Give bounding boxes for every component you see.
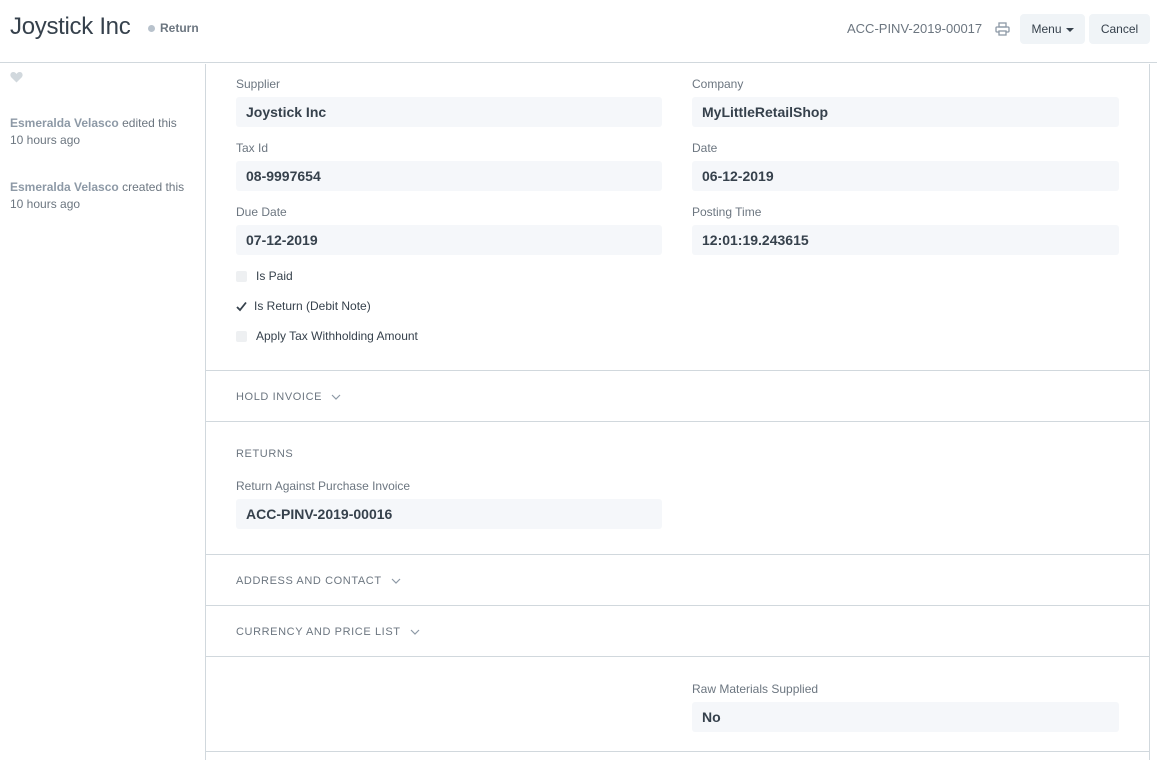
apply-tds-checkbox[interactable]: Apply Tax Withholding Amount bbox=[236, 329, 418, 343]
return-against-label: Return Against Purchase Invoice bbox=[236, 479, 411, 493]
date-label: Date bbox=[692, 141, 718, 155]
activity-item: Esmeralda Velasco edited this 10 hours a… bbox=[10, 115, 195, 149]
caret-down-icon bbox=[1065, 27, 1074, 32]
tax-id-field[interactable]: 08-9997654 bbox=[236, 161, 662, 191]
menu-button[interactable]: Menu bbox=[1020, 14, 1085, 44]
page-title: Joystick Inc bbox=[10, 13, 131, 40]
supplier-field[interactable]: Joystick Inc bbox=[236, 97, 662, 127]
company-field[interactable]: MyLittleRetailShop bbox=[692, 97, 1119, 127]
cancel-button-label: Cancel bbox=[1100, 22, 1139, 36]
address-contact-title: ADDRESS AND CONTACT bbox=[236, 575, 382, 587]
hold-invoice-title: HOLD INVOICE bbox=[236, 391, 323, 403]
form-body: Supplier Joystick Inc Company MyLittleRe… bbox=[205, 64, 1150, 760]
raw-materials-section: Raw Materials Supplied No bbox=[206, 657, 1149, 752]
activity-user[interactable]: Esmeralda Velasco bbox=[10, 116, 119, 130]
menu-button-label: Menu bbox=[1031, 22, 1062, 36]
address-contact-section[interactable]: ADDRESS AND CONTACT bbox=[206, 555, 1149, 606]
address-contact-heading[interactable]: ADDRESS AND CONTACT bbox=[236, 575, 401, 587]
heart-icon[interactable] bbox=[10, 71, 23, 83]
activity-time: 10 hours ago bbox=[10, 133, 81, 147]
supplier-label: Supplier bbox=[236, 77, 281, 91]
status-dot bbox=[148, 24, 155, 32]
chevron-down-icon bbox=[331, 394, 341, 400]
print-icon[interactable] bbox=[995, 22, 1010, 36]
cancel-button[interactable]: Cancel bbox=[1089, 14, 1150, 44]
currency-price-section[interactable]: CURRENCY AND PRICE LIST bbox=[206, 606, 1149, 657]
raw-materials-label: Raw Materials Supplied bbox=[692, 682, 819, 696]
currency-price-heading[interactable]: CURRENCY AND PRICE LIST bbox=[236, 626, 420, 638]
raw-materials-field[interactable]: No bbox=[692, 702, 1119, 732]
due-date-field[interactable]: 07-12-2019 bbox=[236, 225, 662, 255]
activity-user[interactable]: Esmeralda Velasco bbox=[10, 180, 119, 194]
return-against-field[interactable]: ACC-PINV-2019-00016 bbox=[236, 499, 662, 529]
returns-title: RETURNS bbox=[236, 448, 294, 460]
hold-invoice-heading[interactable]: HOLD INVOICE bbox=[236, 391, 341, 403]
activity-item: Esmeralda Velasco created this 10 hours … bbox=[10, 179, 195, 213]
chevron-down-icon bbox=[391, 578, 401, 584]
hold-invoice-section[interactable]: HOLD INVOICE bbox=[206, 371, 1149, 422]
details-section: Supplier Joystick Inc Company MyLittleRe… bbox=[206, 64, 1149, 371]
chevron-down-icon bbox=[410, 629, 420, 635]
currency-price-title: CURRENCY AND PRICE LIST bbox=[236, 626, 401, 638]
status-label: Return bbox=[160, 21, 199, 35]
tax-id-label: Tax Id bbox=[236, 141, 269, 155]
returns-heading: RETURNS bbox=[236, 448, 293, 460]
activity-action: edited this bbox=[122, 116, 177, 130]
document-name: ACC-PINV-2019-00017 bbox=[847, 21, 983, 36]
posting-time-label: Posting Time bbox=[692, 205, 762, 219]
returns-section: RETURNS Return Against Purchase Invoice … bbox=[206, 422, 1149, 555]
activity-action: created this bbox=[122, 180, 185, 194]
is-paid-checkbox[interactable]: Is Paid bbox=[236, 269, 293, 283]
due-date-label: Due Date bbox=[236, 205, 287, 219]
page-header: Joystick Inc Return ACC-PINV-2019-00017 … bbox=[0, 0, 1157, 63]
company-label: Company bbox=[692, 77, 744, 91]
is-return-checkbox[interactable]: Is Return (Debit Note) bbox=[236, 299, 371, 313]
checkbox-unchecked[interactable] bbox=[236, 270, 247, 282]
checkbox-unchecked[interactable] bbox=[236, 330, 247, 342]
posting-time-field[interactable]: 12:01:19.243615 bbox=[692, 225, 1119, 255]
is-paid-label: Is Paid bbox=[256, 269, 293, 283]
sidebar: Esmeralda Velasco edited this 10 hours a… bbox=[0, 64, 205, 760]
date-field[interactable]: 06-12-2019 bbox=[692, 161, 1119, 191]
checkmark-icon[interactable] bbox=[236, 301, 247, 312]
status-indicator: Return bbox=[148, 21, 199, 35]
apply-tds-label: Apply Tax Withholding Amount bbox=[256, 329, 418, 343]
activity-time: 10 hours ago bbox=[10, 197, 81, 211]
is-return-label: Is Return (Debit Note) bbox=[254, 299, 371, 313]
